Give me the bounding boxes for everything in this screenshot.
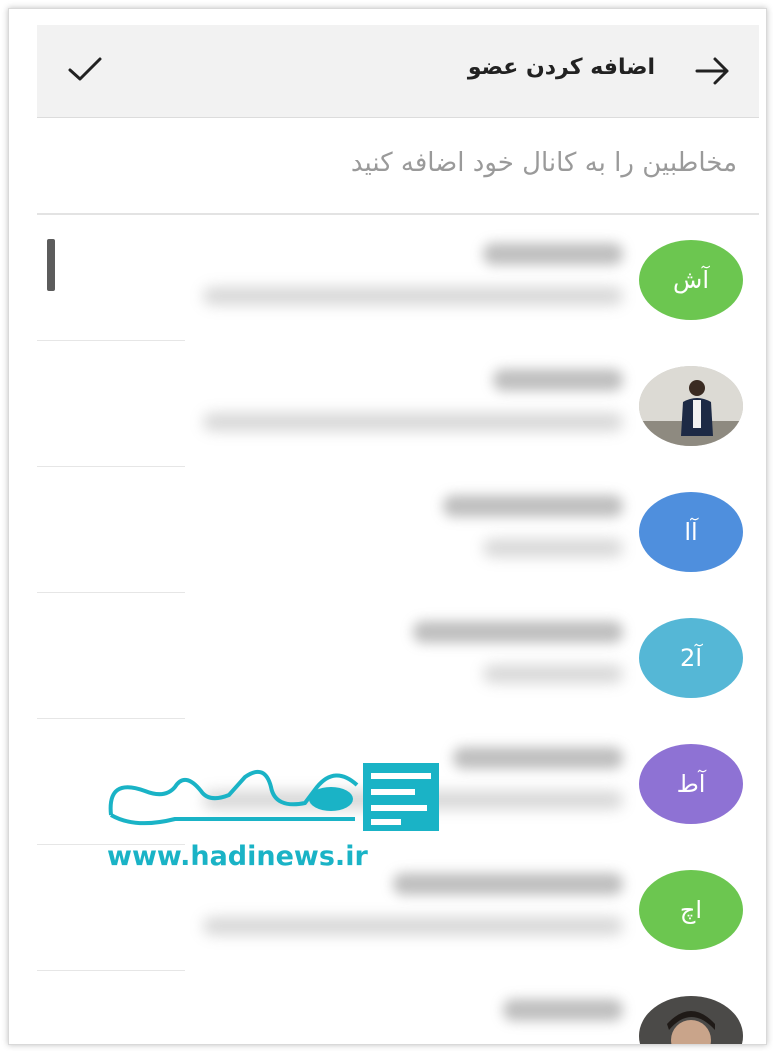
contact-status-blurred — [203, 917, 623, 935]
contact-row[interactable] — [37, 341, 759, 467]
avatar: آا — [639, 492, 743, 572]
arrow-icon[interactable] — [695, 56, 731, 86]
search-input[interactable] — [95, 147, 739, 179]
toolbar: اضافه کردن عضو — [37, 25, 759, 118]
contact-name-blurred — [503, 999, 623, 1021]
search-bar — [37, 117, 759, 215]
contact-list[interactable]: آش آا آ2 آط اچ — [37, 215, 759, 1044]
contact-name-blurred — [443, 495, 623, 517]
contact-status-blurred — [203, 413, 623, 431]
avatar-photo — [639, 996, 743, 1044]
avatar: آش — [639, 240, 743, 320]
avatar: اچ — [639, 870, 743, 950]
contact-name-blurred — [413, 621, 623, 643]
check-icon[interactable] — [67, 55, 103, 85]
scrollbar[interactable] — [47, 239, 55, 291]
contact-row[interactable]: آش — [37, 215, 759, 341]
contact-row[interactable] — [37, 971, 759, 1044]
avatar-photo — [639, 366, 743, 446]
contact-name-blurred — [453, 747, 623, 769]
page-title: اضافه کردن عضو — [467, 55, 655, 80]
avatar: آط — [639, 744, 743, 824]
app-frame: اضافه کردن عضو آش — [8, 8, 767, 1045]
contact-status-blurred — [203, 287, 623, 305]
contact-row[interactable]: آا — [37, 467, 759, 593]
watermark-logo: www.hadinews.ir — [105, 757, 445, 877]
contact-row[interactable]: آ2 — [37, 593, 759, 719]
avatar: آ2 — [639, 618, 743, 698]
contact-name-blurred — [493, 369, 623, 391]
watermark-url: www.hadinews.ir — [107, 841, 368, 872]
contact-name-blurred — [483, 243, 623, 265]
contact-status-blurred — [483, 665, 623, 683]
contact-status-blurred — [483, 539, 623, 557]
